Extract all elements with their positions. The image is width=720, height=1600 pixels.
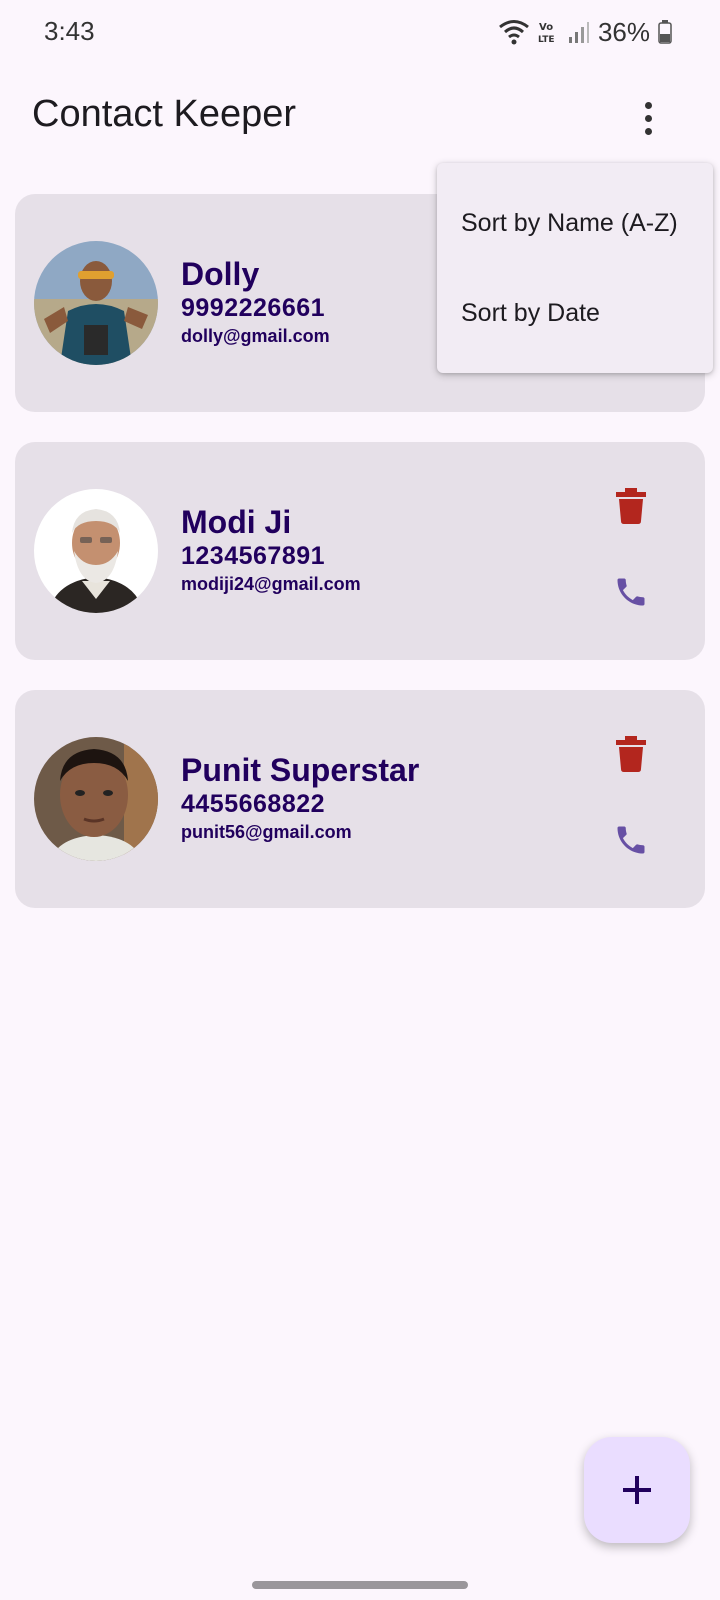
home-indicator[interactable] xyxy=(252,1581,468,1589)
battery-icon xyxy=(658,20,672,44)
contact-name: Dolly xyxy=(181,256,260,292)
status-icons: Vo LTE 36% xyxy=(498,14,672,50)
app-title: Contact Keeper xyxy=(32,93,297,135)
contact-card[interactable]: Modi Ji 1234567891 modiji24@gmail.com xyxy=(15,442,705,660)
wifi-icon xyxy=(499,20,529,45)
contact-email: dolly@gmail.com xyxy=(181,326,330,346)
battery-percent: 36% xyxy=(597,16,650,47)
contact-avatar xyxy=(34,489,158,613)
svg-text:Vo: Vo xyxy=(539,22,553,33)
svg-text:LTE: LTE xyxy=(538,35,555,45)
contact-email: punit56@gmail.com xyxy=(181,822,352,842)
add-icon xyxy=(623,1476,651,1504)
contact-avatar xyxy=(34,241,158,365)
contact-phone: 1234567891 xyxy=(181,542,326,570)
status-bar: 3:43 Vo LTE 36% xyxy=(0,0,720,64)
sort-menu: Sort by Name (A-Z) Sort by Date xyxy=(437,163,713,373)
delete-button[interactable] xyxy=(611,484,651,528)
phone-icon xyxy=(617,826,645,854)
delete-icon xyxy=(616,736,646,772)
call-button[interactable] xyxy=(609,570,653,614)
contact-phone: 9992226661 xyxy=(181,294,326,322)
delete-button[interactable] xyxy=(611,732,651,776)
status-time: 3:43 xyxy=(44,16,95,46)
call-button[interactable] xyxy=(609,818,653,862)
contact-email: modiji24@gmail.com xyxy=(181,574,361,594)
add-contact-button[interactable] xyxy=(584,1437,690,1543)
signal-icon xyxy=(568,22,589,43)
volte-icon: Vo LTE xyxy=(538,22,555,45)
contact-name: Modi Ji xyxy=(181,504,292,540)
more-vert-icon xyxy=(644,101,652,109)
menu-item-sort-name[interactable]: Sort by Name (A-Z) xyxy=(461,209,678,238)
screen: 3:43 Vo LTE 36% Contact Keeper Dolly 999… xyxy=(0,0,720,1600)
contact-phone: 4455668822 xyxy=(181,790,326,818)
contact-name: Punit Superstar xyxy=(181,752,420,788)
more-options-button[interactable] xyxy=(618,96,678,140)
contact-card[interactable]: Punit Superstar 4455668822 punit56@gmail… xyxy=(15,690,705,908)
delete-icon xyxy=(616,488,646,524)
menu-item-sort-date[interactable]: Sort by Date xyxy=(461,299,600,328)
phone-icon xyxy=(617,578,645,606)
contact-avatar xyxy=(34,737,158,861)
